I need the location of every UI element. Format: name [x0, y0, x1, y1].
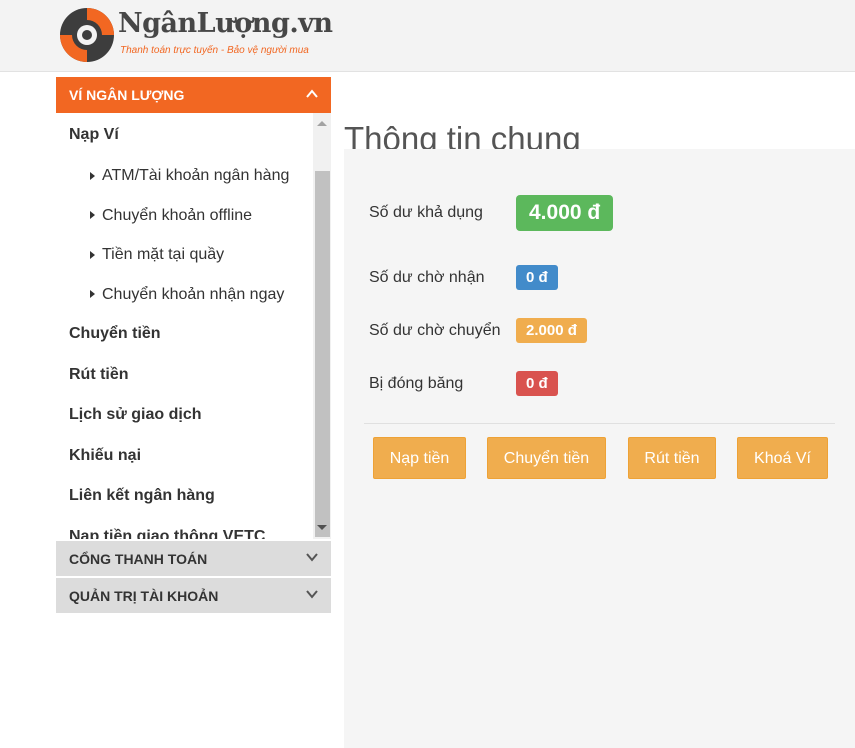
- site-header: NgânLượng.vn Thanh toán trực tuyến - Bảo…: [0, 0, 855, 72]
- sidebar: VÍ NGÂN LƯỢNG Nạp Ví ATM/Tài khoản ngân …: [56, 77, 331, 613]
- balance-pending-out-badge: 2.000 đ: [516, 318, 587, 343]
- brand-name[interactable]: NgânLượng.vn: [118, 8, 333, 39]
- balance-row-frozen: Bị đóng băng 0 đ: [369, 371, 558, 396]
- panel-payment-gateway-title: CỔNG THANH TOÁN: [69, 550, 208, 567]
- panel-wallet-body: Nạp Ví ATM/Tài khoản ngân hàng Chuyển kh…: [56, 113, 331, 539]
- submenu-item-offline-transfer[interactable]: Chuyển khoản offline: [56, 196, 311, 236]
- submenu-item-cash[interactable]: Tiền mặt tại quầy: [56, 235, 311, 275]
- transfer-button[interactable]: Chuyển tiền: [487, 437, 606, 479]
- submenu-label: Tiền mặt tại quầy: [102, 246, 225, 263]
- menu-item-rut-tien[interactable]: Rút tiền: [56, 355, 311, 396]
- panel-wallet-title: VÍ NGÂN LƯỢNG: [69, 87, 185, 103]
- withdraw-button[interactable]: Rút tiền: [628, 437, 716, 479]
- balance-available-badge: 4.000 đ: [516, 195, 614, 231]
- menu-item-lien-ket[interactable]: Liên kết ngân hàng: [56, 476, 311, 517]
- divider: [364, 423, 835, 424]
- balance-label: Số dư khả dụng: [369, 204, 483, 221]
- sidebar-scrollbar[interactable]: [313, 113, 331, 539]
- submenu-label: Chuyển khoản offline: [102, 206, 253, 224]
- scroll-down-icon[interactable]: [317, 525, 327, 530]
- logo-icon[interactable]: [58, 6, 116, 64]
- balance-pending-in-badge: 0 đ: [516, 265, 558, 290]
- chevron-up-icon[interactable]: [305, 87, 319, 104]
- panel-account-admin[interactable]: QUẢN TRỊ TÀI KHOẢN: [56, 578, 331, 613]
- balance-row-pending-out: Số dư chờ chuyển 2.000 đ: [369, 318, 587, 343]
- panel-wallet-header[interactable]: VÍ NGÂN LƯỢNG: [56, 77, 331, 113]
- caret-right-icon: [90, 250, 95, 259]
- lock-wallet-button[interactable]: Khoá Ví: [737, 437, 828, 479]
- balance-row-pending-in: Số dư chờ nhận 0 đ: [369, 265, 558, 290]
- caret-right-icon: [90, 290, 95, 299]
- panel-account-admin-title: QUẢN TRỊ TÀI KHOẢN: [69, 587, 219, 604]
- submenu-item-atm[interactable]: ATM/Tài khoản ngân hàng: [56, 156, 311, 196]
- caret-right-icon: [90, 171, 95, 180]
- balance-frozen-badge: 0 đ: [516, 371, 558, 396]
- scroll-up-icon[interactable]: [317, 121, 327, 126]
- panel-payment-gateway[interactable]: CỔNG THANH TOÁN: [56, 541, 331, 576]
- caret-right-icon: [90, 211, 95, 220]
- submenu-label: ATM/Tài khoản ngân hàng: [102, 167, 290, 184]
- scroll-thumb[interactable]: [315, 171, 330, 537]
- menu-item-chuyen-tien[interactable]: Chuyển tiền: [56, 314, 311, 355]
- brand-tagline: Thanh toán trực tuyến - Bảo vệ người mua: [120, 45, 309, 56]
- submenu-item-instant-transfer[interactable]: Chuyển khoản nhận ngay: [56, 275, 311, 315]
- balance-label: Số dư chờ chuyển: [369, 321, 501, 339]
- menu-item-nap-vi[interactable]: Nạp Ví: [56, 113, 311, 156]
- balance-panel: Số dư khả dụng 4.000 đ Số dư chờ nhận 0 …: [344, 149, 855, 748]
- menu-item-lich-su[interactable]: Lịch sử giao dịch: [56, 395, 311, 436]
- balance-row-available: Số dư khả dụng 4.000 đ: [369, 195, 614, 231]
- submenu-label: Chuyển khoản nhận ngay: [102, 285, 285, 303]
- chevron-down-icon[interactable]: [305, 587, 319, 604]
- top-up-button[interactable]: Nạp tiền: [373, 437, 466, 479]
- balance-label: Bị đóng băng: [369, 374, 464, 392]
- menu-item-khieu-nai[interactable]: Khiếu nại: [56, 436, 311, 477]
- wallet-menu: Nạp Ví ATM/Tài khoản ngân hàng Chuyển kh…: [56, 113, 311, 539]
- balance-label: Số dư chờ nhận: [369, 268, 485, 286]
- chevron-down-icon[interactable]: [305, 550, 319, 567]
- menu-item-vetc[interactable]: Nạp tiền giao thông VETC: [56, 517, 311, 540]
